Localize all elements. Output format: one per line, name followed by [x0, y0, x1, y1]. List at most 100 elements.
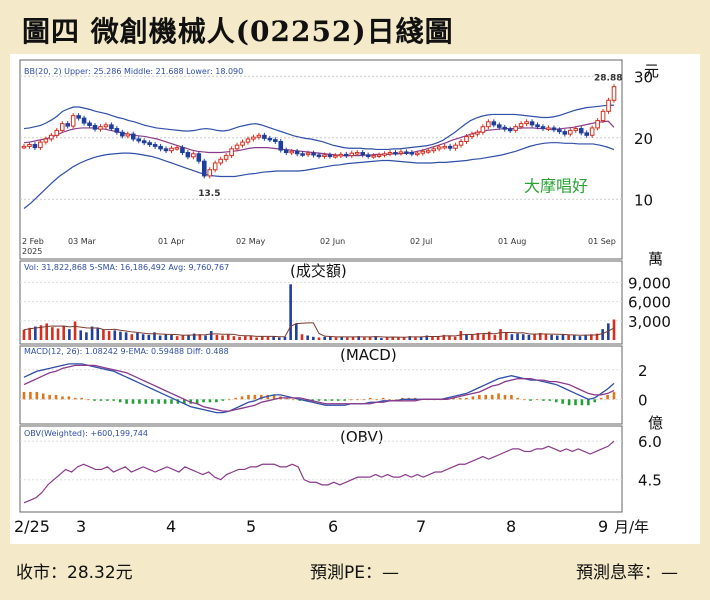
macd-hist-bar [61, 396, 64, 400]
macd-hist-bar [292, 399, 295, 401]
volume-bar [295, 323, 298, 340]
price-panel [19, 59, 623, 260]
macd-hist-bar [458, 397, 462, 400]
macd-hist-bar [202, 399, 205, 403]
volume-bar [255, 337, 258, 340]
macd-hist-bar [606, 394, 609, 400]
price-candle [589, 127, 595, 136]
price-unit-label: 元 [644, 62, 659, 80]
price-candle [496, 124, 502, 128]
price-candle [398, 151, 404, 154]
volume-bar [380, 338, 383, 340]
volume-bar [266, 336, 270, 340]
price-candle [475, 131, 480, 135]
price-candle [453, 144, 458, 149]
volume-bar [107, 331, 111, 340]
price-candle [109, 124, 114, 130]
macd-hist-bar [375, 399, 379, 401]
price-candle [491, 121, 497, 126]
figure-title: 圖四 微創機械人(02252)日綫圖 [22, 15, 454, 48]
volume-bar [147, 334, 151, 340]
volume-bar [79, 330, 83, 340]
volume-tick-label: 9,000 [628, 274, 671, 292]
price-candle [502, 126, 508, 130]
price-candle [212, 162, 218, 171]
volume-bar [68, 329, 71, 340]
month-axis-label: 8 [506, 517, 516, 536]
month-axis-label: 9 [598, 517, 608, 536]
price-tick-label: 10 [634, 191, 653, 209]
month-axis-label: 3 [76, 517, 86, 536]
macd-hist-bar [80, 397, 84, 400]
macd-hist-bar [362, 399, 366, 401]
price-candle [327, 154, 333, 157]
price-candle [196, 153, 202, 162]
volume-bar [96, 328, 100, 340]
price-candle [535, 124, 540, 128]
macd-hist-bar [54, 394, 58, 400]
price-candle [185, 152, 191, 158]
price-candle [606, 99, 611, 112]
macd-hist-bar [465, 397, 468, 400]
date-axis-label: 01 Sep [588, 237, 616, 246]
stock-chart: 302010元BB(20, 2) Upper: 25.286 Middle: 2… [14, 59, 671, 536]
macd-panel [19, 345, 623, 425]
macd-hist-bar [234, 397, 237, 400]
volume-bar [56, 328, 60, 340]
macd-hist-bar [99, 399, 103, 401]
macd-hist-bar [67, 396, 71, 400]
price-candle [27, 144, 32, 147]
date-axis-label: 2 Feb [22, 237, 44, 246]
macd-hist-bar [343, 399, 346, 401]
macd-hist-bar [125, 399, 128, 404]
macd-hist-bar [144, 399, 148, 404]
price-candle [201, 160, 207, 177]
macd-tick-label: 0 [638, 391, 648, 409]
price-candle [229, 148, 234, 157]
low-price-annotation: 13.5 [198, 189, 220, 199]
volume-bar [306, 335, 309, 340]
price-candle [49, 134, 54, 140]
macd-hist-bar [529, 399, 532, 401]
price-candle [431, 148, 437, 152]
macd-hist-bar [478, 394, 481, 400]
macd-hist-bar [580, 399, 584, 406]
macd-hist-bar [330, 399, 334, 401]
volume-bar [181, 335, 185, 340]
macd-hist-bar [535, 399, 539, 401]
price-candle [600, 110, 606, 122]
price-candle [125, 133, 131, 137]
price-candle [316, 154, 322, 157]
volume-bar [612, 319, 616, 340]
price-candle [595, 120, 600, 129]
price-candle [136, 138, 142, 142]
price-candle [349, 152, 355, 157]
price-candle [311, 152, 316, 156]
footer-bar: 收市：28.32元 預測PE：— 預測息率：— [10, 550, 700, 590]
macd-hist-bar [561, 399, 564, 404]
price-candle [415, 152, 420, 156]
price-candle [191, 153, 196, 158]
volume-bar [550, 334, 553, 340]
volume-bar [62, 325, 66, 340]
macd-hist-bar [208, 399, 212, 403]
price-candle [322, 154, 327, 157]
volume-bar [504, 332, 508, 340]
volume-bar [346, 337, 349, 340]
price-candle [546, 127, 551, 130]
volume-bar [300, 334, 304, 340]
macd-hist-bar [503, 394, 507, 400]
price-candle [611, 86, 617, 101]
price-candle [354, 152, 360, 155]
volume-bar [238, 336, 241, 340]
macd-hist-bar [106, 399, 109, 401]
volume-tick-label: 3,000 [628, 313, 671, 331]
macd-hist-bar [349, 399, 353, 401]
macd-hist-bar [522, 399, 526, 401]
price-candle [338, 153, 344, 157]
forecast-yield-label: 預測息率：— [576, 563, 678, 583]
macd-hist-bar [369, 397, 372, 400]
obv-tick-label: 4.5 [638, 472, 662, 490]
price-candle [174, 147, 180, 150]
date-axis-label: 03 Mar [68, 237, 97, 246]
